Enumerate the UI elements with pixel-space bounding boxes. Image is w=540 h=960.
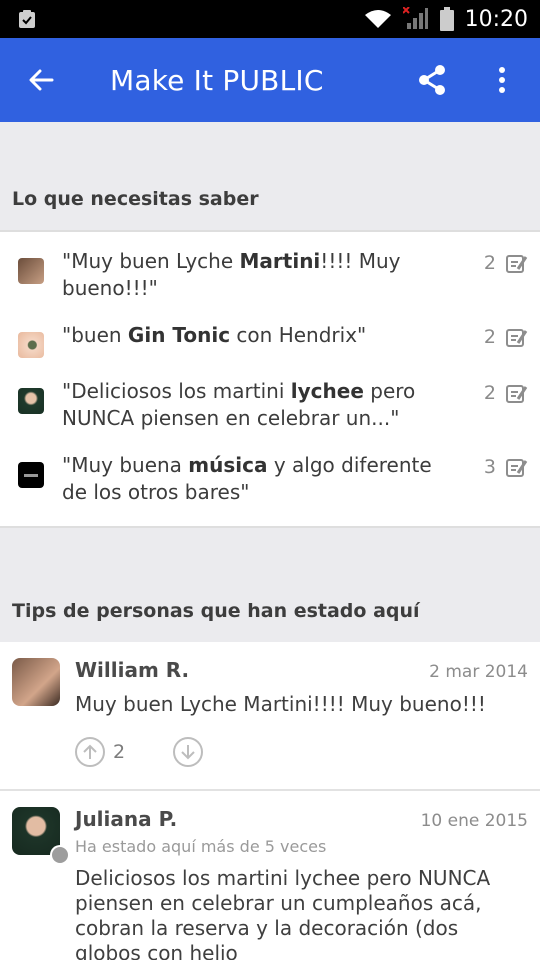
battery-icon <box>439 7 454 31</box>
tip-count: 2 <box>483 382 496 404</box>
clipboard-check-icon <box>19 10 35 28</box>
edit-note-icon <box>506 329 528 347</box>
list-item[interactable]: "Muy buen Lyche Martini!!!! Muy bueno!!!… <box>0 238 540 312</box>
visit-count: Ha estado aquí más de 5 veces <box>75 837 327 856</box>
more-vert-icon <box>499 67 505 93</box>
edit-note-icon <box>506 385 528 403</box>
frequent-visitor-badge <box>50 845 70 865</box>
upvote-count: 2 <box>113 741 126 763</box>
venue-logo <box>18 462 44 488</box>
tip-quote: "Muy buen Lyche Martini!!!! Muy bueno!!!… <box>62 249 401 300</box>
user-thumbnail <box>18 388 44 414</box>
arrow-back-icon <box>29 69 54 91</box>
tip-quote: "Muy buena música y algo diferente de lo… <box>62 453 432 504</box>
tip-card[interactable]: Juliana P. 10 ene 2015 Ha estado aquí má… <box>0 791 540 960</box>
page-title: Make It PUBLIC <box>110 63 324 97</box>
tip-date: 10 ene 2015 <box>420 811 528 831</box>
arrow-down-icon <box>181 745 195 760</box>
user-thumbnail <box>18 332 44 358</box>
list-item[interactable]: "buen Gin Tonic con Hendrix" 2 <box>0 312 540 368</box>
tip-count: 3 <box>483 456 496 478</box>
edit-note-icon <box>506 255 528 273</box>
wifi-icon <box>364 10 391 28</box>
list-item[interactable]: "Muy buena música y algo diferente de lo… <box>0 442 540 516</box>
status-time: 10:20 <box>464 6 528 32</box>
tip-card[interactable]: William R. 2 mar 2014 Muy buen Lyche Mar… <box>0 642 540 791</box>
arrow-up-icon <box>83 744 97 759</box>
list-item[interactable]: "Deliciosos los martini lychee pero NUNC… <box>0 368 540 442</box>
share-button[interactable] <box>412 60 452 100</box>
tip-date: 2 mar 2014 <box>429 662 528 682</box>
status-bar: 10:20 <box>0 0 540 38</box>
signal-icon <box>402 7 428 29</box>
avatar[interactable] <box>12 658 60 706</box>
more-options-button[interactable] <box>482 60 522 100</box>
avatar[interactable] <box>12 807 70 865</box>
tip-author[interactable]: William R. <box>75 658 189 682</box>
tip-text: Muy buen Lyche Martini!!!! Muy bueno!!! <box>75 692 486 716</box>
tip-quote: "buen Gin Tonic con Hendrix" <box>62 323 367 347</box>
tips-list: William R. 2 mar 2014 Muy buen Lyche Mar… <box>0 642 540 960</box>
tip-text: Deliciosos los martini lychee pero NUNCA… <box>75 866 491 960</box>
section-heading-tips: Tips de personas que han estado aquí <box>0 528 540 642</box>
share-icon <box>419 65 445 95</box>
edit-note-icon <box>506 459 528 477</box>
app-bar: Make It PUBLIC <box>0 38 540 122</box>
need-to-know-list: "Muy buen Lyche Martini!!!! Muy bueno!!!… <box>0 230 540 528</box>
upvote-button[interactable] <box>75 737 105 767</box>
user-thumbnail <box>18 258 44 284</box>
downvote-button[interactable] <box>173 737 203 767</box>
tip-count: 2 <box>483 326 496 348</box>
tip-author[interactable]: Juliana P. <box>75 807 177 831</box>
back-button[interactable] <box>18 57 64 103</box>
tip-count: 2 <box>483 252 496 274</box>
section-heading-need-to-know: Lo que necesitas saber <box>0 122 540 230</box>
tip-quote: "Deliciosos los martini lychee pero NUNC… <box>62 379 416 430</box>
